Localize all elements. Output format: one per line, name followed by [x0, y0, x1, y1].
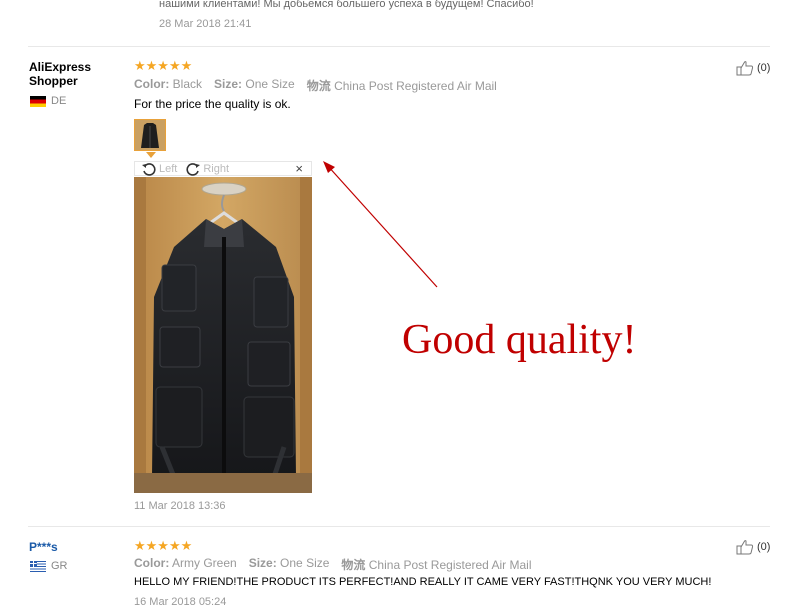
rotate-right-icon [186, 162, 201, 176]
rotate-left-button[interactable]: Left [141, 162, 177, 176]
reviewer-name[interactable]: P***s [29, 540, 58, 554]
rotate-right-button[interactable]: Right [185, 162, 229, 176]
shipping-value: China Post Registered Air Mail [334, 79, 497, 93]
size-value: One Size [245, 77, 295, 91]
reviewer-name-line1: AliExpress [29, 60, 92, 74]
shipping-label: 物流 [341, 558, 366, 572]
reviewer-name[interactable]: AliExpress Shopper [29, 60, 91, 88]
star-rating: ★★★★★ [134, 538, 193, 553]
order-info: Color: Black Size: One Size 物流 China Pos… [134, 77, 497, 94]
helpful-count: (0) [757, 62, 771, 74]
shipping-value: China Post Registered Air Mail [368, 558, 532, 572]
previous-review-date: 28 Mar 2018 21:41 [159, 18, 252, 30]
review-text: HELLO MY FRIEND!THE PRODUCT ITS PERFECT!… [134, 576, 712, 588]
review-text: For the price the quality is ok. [134, 97, 291, 111]
country-code: DE [51, 95, 67, 107]
review-divider [28, 526, 770, 527]
germany-flag-icon [30, 95, 46, 107]
image-viewer-toolbar: Left Right × [134, 161, 312, 176]
thumbs-up-icon [736, 61, 754, 76]
rotate-right-label: Right [203, 162, 230, 175]
helpful-button[interactable]: (0) [736, 539, 770, 555]
rotate-left-icon [142, 162, 156, 176]
color-label: Color: [134, 556, 170, 570]
review-photo-thumbnail[interactable] [134, 119, 166, 151]
review-date: 11 Mar 2018 13:36 [134, 500, 226, 512]
annotation-arrow-icon [323, 161, 438, 288]
color-value: Army Green [172, 556, 237, 570]
helpful-count: (0) [757, 541, 771, 553]
size-value: One Size [280, 556, 330, 570]
review-divider [28, 46, 770, 47]
country-code: GR [51, 560, 68, 572]
size-label: Size: [248, 556, 277, 570]
color-label: Color: [134, 77, 170, 91]
reviewer-country: GR [30, 560, 68, 572]
previous-review-text: нашими клиентами! Мы добьемся большего у… [159, 0, 534, 10]
reviewer-name-line2: Shopper [29, 74, 78, 88]
review-photo-enlarged [134, 177, 312, 493]
color-value: Black [172, 77, 203, 91]
thumbnail-pointer-icon [146, 152, 156, 158]
order-info: Color: Army Green Size: One Size 物流 Chin… [134, 556, 532, 573]
star-rating: ★★★★★ [134, 58, 193, 73]
greece-flag-icon [30, 560, 46, 572]
review-date: 16 Mar 2018 05:24 [134, 596, 227, 608]
rotate-left-label: Left [159, 162, 178, 175]
vest-thumbnail-image [135, 120, 165, 150]
size-label: Size: [214, 77, 243, 91]
annotation-text: Good quality! [402, 317, 637, 363]
shipping-label: 物流 [306, 79, 331, 93]
helpful-button[interactable]: (0) [736, 60, 770, 76]
reviewer-country: DE [30, 95, 66, 107]
thumbs-up-icon [736, 540, 754, 555]
close-viewer-button[interactable]: × [295, 162, 303, 175]
tactical-vest-photo [134, 177, 312, 493]
